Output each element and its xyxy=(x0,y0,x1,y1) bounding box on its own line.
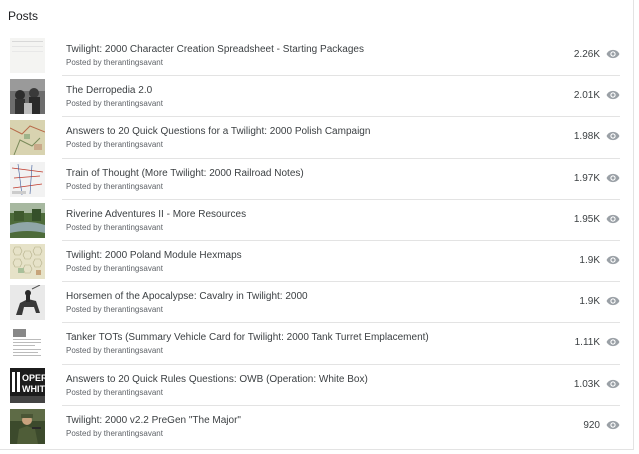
eye-icon xyxy=(606,296,620,306)
post-view-count: 920 xyxy=(583,419,600,431)
post-title[interactable]: Train of Thought (More Twilight: 2000 Ra… xyxy=(66,168,304,179)
eye-icon xyxy=(606,90,620,100)
post-row[interactable]: Riverine Adventures II - More Resources P… xyxy=(0,200,634,242)
eye-icon xyxy=(606,131,620,141)
post-author: Posted by therantingsavant xyxy=(66,99,163,109)
post-title[interactable]: Answers to 20 Quick Rules Questions: OWB… xyxy=(66,374,368,385)
post-thumbnail xyxy=(10,202,45,238)
post-author: Posted by therantingsavant xyxy=(66,305,163,315)
post-row[interactable]: The Derropedia 2.0 Posted by therantingsa… xyxy=(0,76,634,118)
post-author: Posted by therantingsavant xyxy=(66,387,163,397)
post-view-count: 1.98K xyxy=(573,131,600,143)
post-row[interactable]: Tanker TOTs (Summary Vehicle Card for Tw… xyxy=(0,323,634,365)
post-row[interactable]: Answers to 20 Quick Questions for a Twil… xyxy=(0,117,634,159)
post-title[interactable]: Riverine Adventures II - More Resources xyxy=(66,209,246,220)
post-author: Posted by therantingsavant xyxy=(66,428,163,438)
svg-text:WHIT: WHIT xyxy=(22,384,45,394)
eye-icon xyxy=(606,214,620,224)
post-view-count: 2.26K xyxy=(573,49,600,60)
post-author: Posted by therantingsavant xyxy=(66,58,163,67)
post-author: Posted by therantingsavant xyxy=(66,140,163,150)
svg-text:OPER: OPER xyxy=(22,373,45,383)
post-view-count: 1.03K xyxy=(573,378,600,390)
post-row[interactable]: Twilight: 2000 v2.2 PreGen "The Major" Po… xyxy=(0,406,634,447)
post-thumbnail xyxy=(10,79,45,115)
post-title[interactable]: Twilight: 2000 Poland Module Hexmaps xyxy=(66,250,242,261)
post-title[interactable]: Twilight: 2000 v2.2 PreGen "The Major" xyxy=(66,415,241,426)
post-title[interactable]: The Derropedia 2.0 xyxy=(66,85,152,96)
post-thumbnail xyxy=(10,285,45,321)
post-title[interactable]: Answers to 20 Quick Questions for a Twil… xyxy=(66,126,370,137)
eye-icon xyxy=(606,255,620,265)
post-title[interactable]: Tanker TOTs (Summary Vehicle Card for Tw… xyxy=(66,332,429,343)
post-row[interactable]: Horsemen of the Apocalypse: Cavalry in T… xyxy=(0,282,634,324)
eye-icon xyxy=(606,420,620,430)
post-thumbnail xyxy=(10,38,45,73)
post-author: Posted by therantingsavant xyxy=(66,181,163,191)
post-thumbnail xyxy=(10,326,45,362)
post-thumbnail xyxy=(10,408,45,444)
post-thumbnail xyxy=(10,161,45,197)
post-view-count: 1.11K xyxy=(574,337,600,349)
post-view-count: 1.9K xyxy=(579,254,600,266)
post-author: Posted by therantingsavant xyxy=(66,346,163,356)
post-thumbnail xyxy=(10,120,45,156)
posts-panel: Posts Twilight: 2000 Character Creation … xyxy=(0,0,634,450)
post-list: Twilight: 2000 Character Creation Spread… xyxy=(0,35,634,447)
panel-title: Posts xyxy=(8,9,39,23)
post-author: Posted by therantingsavant xyxy=(66,222,163,232)
post-row[interactable]: Twilight: 2000 Poland Module Hexmaps Post… xyxy=(0,241,634,283)
eye-icon xyxy=(606,173,620,183)
post-thumbnail xyxy=(10,243,45,279)
post-title[interactable]: Twilight: 2000 Character Creation Spread… xyxy=(66,44,364,55)
eye-icon xyxy=(606,49,620,59)
post-thumbnail: OPER WHIT xyxy=(10,367,45,403)
post-view-count: 1.97K xyxy=(573,172,600,184)
eye-icon xyxy=(606,337,620,347)
post-view-count: 2.01K xyxy=(573,90,600,102)
post-row[interactable]: Train of Thought (More Twilight: 2000 Ra… xyxy=(0,159,634,200)
eye-icon xyxy=(606,379,620,389)
post-view-count: 1.95K xyxy=(573,213,600,225)
post-author: Posted by therantingsavant xyxy=(66,263,163,273)
post-row[interactable]: OPER WHIT Answers to 20 Quick Rules Questi… xyxy=(0,365,634,406)
post-title[interactable]: Horsemen of the Apocalypse: Cavalry in T… xyxy=(66,291,308,302)
post-view-count: 1.9K xyxy=(579,296,600,308)
post-row[interactable]: Twilight: 2000 Character Creation Spread… xyxy=(0,35,634,77)
